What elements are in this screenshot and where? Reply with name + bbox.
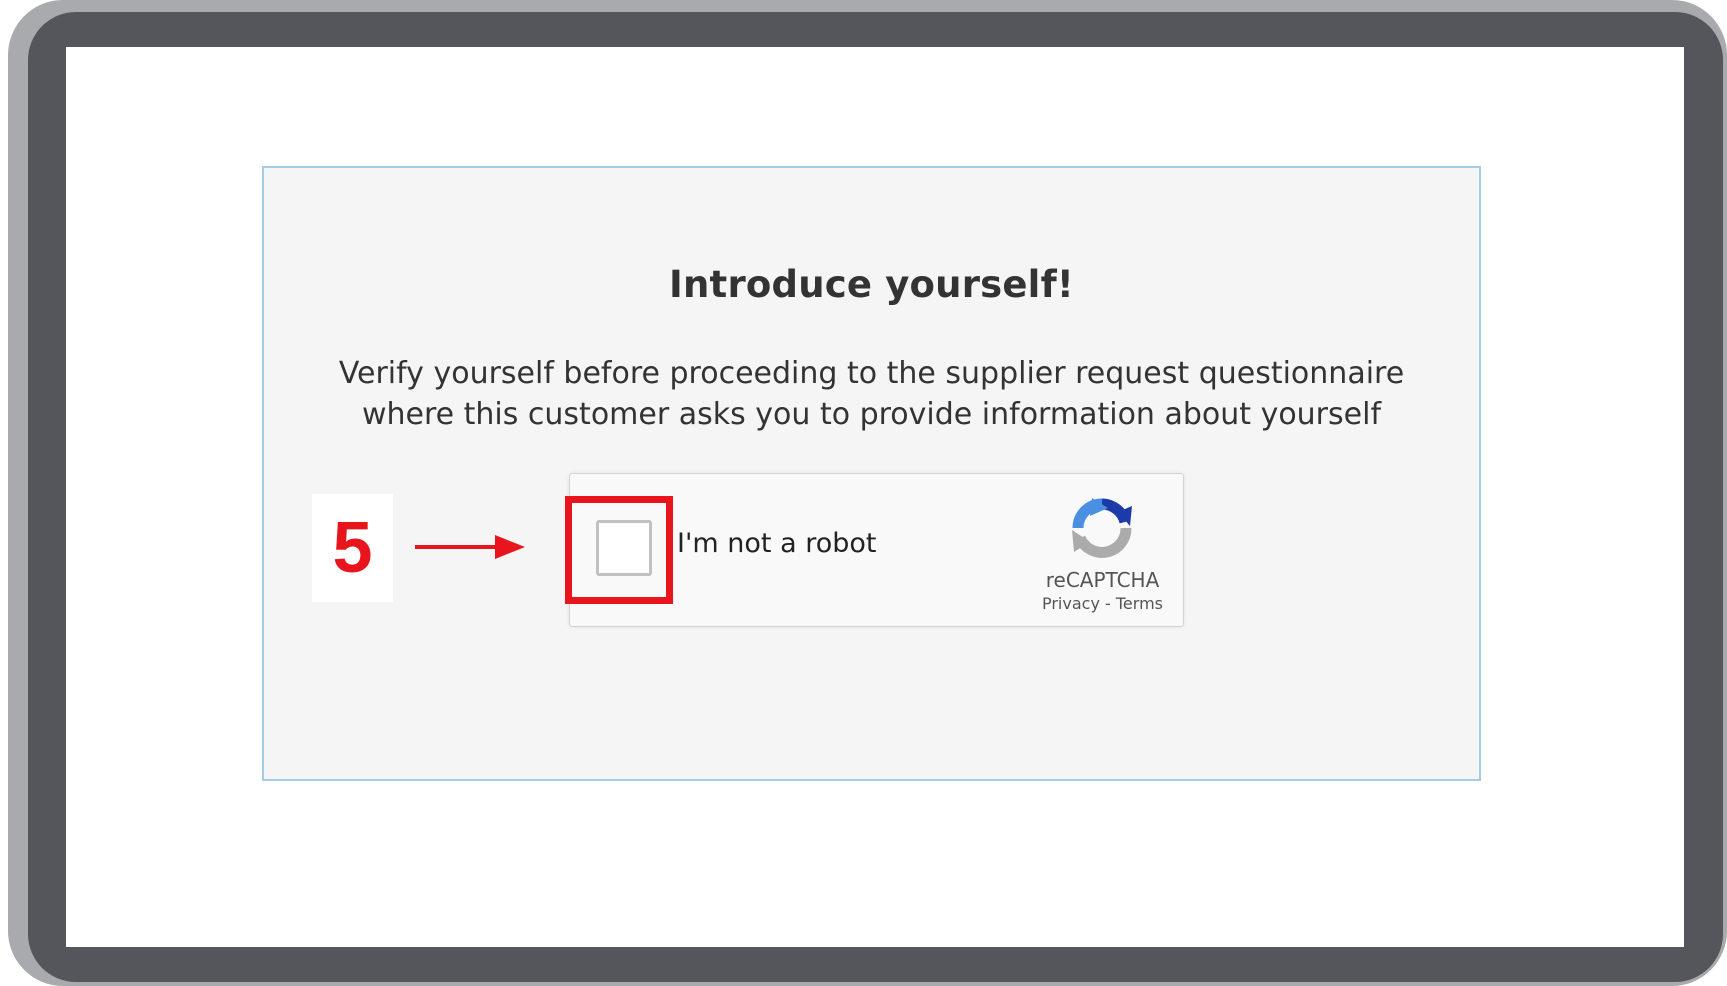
verification-panel: Introduce yourself! Verify yourself befo… xyxy=(262,166,1481,781)
page-title: Introduce yourself! xyxy=(669,263,1074,306)
not-a-robot-checkbox[interactable] xyxy=(596,520,652,576)
recaptcha-brand: reCAPTCHA xyxy=(1045,568,1160,592)
terms-link[interactable]: Terms xyxy=(1116,594,1163,613)
description: Verify yourself before proceeding to the… xyxy=(264,353,1479,435)
link-separator: - xyxy=(1099,594,1116,613)
screen: Introduce yourself! Verify yourself befo… xyxy=(66,47,1684,947)
recaptcha-links: Privacy - Terms xyxy=(1020,594,1185,613)
description-line-2: where this customer asks you to provide … xyxy=(361,397,1382,432)
recaptcha-logo-icon xyxy=(1072,498,1132,558)
privacy-link[interactable]: Privacy xyxy=(1042,594,1100,613)
description-line-1: Verify yourself before proceeding to the… xyxy=(338,356,1405,391)
not-a-robot-label[interactable]: I'm not a robot xyxy=(677,528,876,559)
right-arrow-icon xyxy=(415,535,525,559)
recaptcha-widget: I'm not a robot reCAPTCHA Privacy - Term… xyxy=(569,473,1184,627)
step-number-badge: 5 xyxy=(312,494,393,602)
